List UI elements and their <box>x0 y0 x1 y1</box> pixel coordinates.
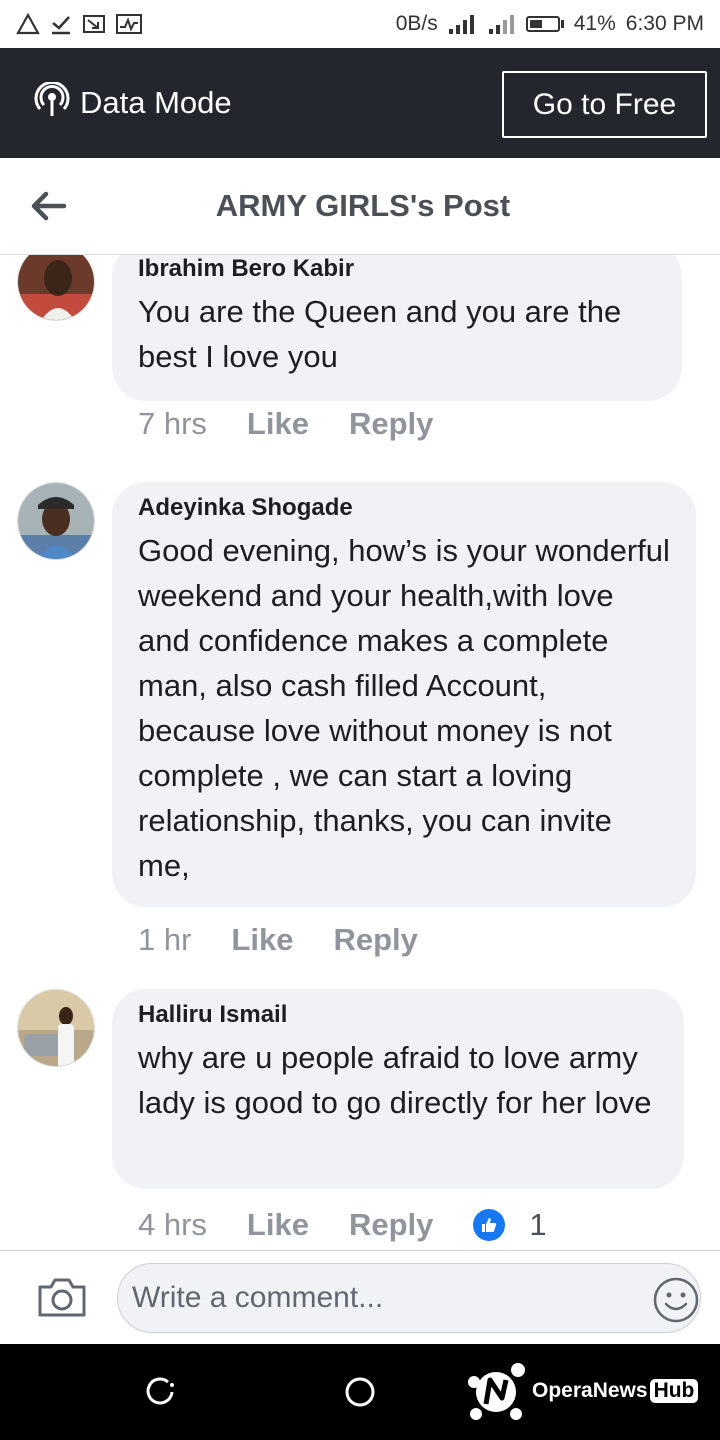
brand-hub-text: Hub <box>649 1379 699 1403</box>
comment-bubble: Adeyinka Shogade Good evening, how’s is … <box>112 482 696 907</box>
comment-author[interactable]: Halliru Ismail <box>138 1001 658 1029</box>
comment-input[interactable]: Write a comment... <box>117 1263 701 1333</box>
screen-cast-icon <box>82 13 106 35</box>
reply-button[interactable]: Reply <box>349 406 433 442</box>
operanews-badge-icon <box>468 1363 525 1420</box>
signal-icon <box>448 13 478 35</box>
download-done-icon <box>50 13 72 35</box>
thumbs-up-icon <box>473 1209 506 1241</box>
go-to-free-button[interactable]: Go to Free <box>502 71 707 138</box>
brand-opera-text: OperaNews <box>532 1379 648 1402</box>
comment-actions: 7 hrs Like Reply <box>138 406 473 442</box>
battery-level: 41% <box>573 12 616 35</box>
like-button[interactable]: Like <box>247 1207 309 1243</box>
reaction-count: 1 <box>529 1207 547 1242</box>
avatar[interactable] <box>17 255 95 321</box>
net-speed: 0B/s <box>395 12 438 35</box>
post-header: ARMY GIRLS's Post <box>0 158 720 255</box>
operanews-hub-logo: OperaNews Hub <box>466 1360 699 1422</box>
camera-icon[interactable] <box>36 1275 88 1324</box>
data-mode-bar: Data Mode Go to Free <box>0 48 720 158</box>
system-nav-bar: OperaNews Hub <box>0 1344 720 1440</box>
comment-placeholder: Write a comment... <box>132 1281 384 1314</box>
comment-actions: 1 hr Like Reply <box>138 922 458 958</box>
comment-text: You are the Queen and you are the best I… <box>138 294 622 374</box>
comment-time: 1 hr <box>138 922 192 957</box>
comment-actions: 4 hrs Like Reply 1 <box>138 1207 547 1243</box>
recent-apps-icon[interactable] <box>144 1377 176 1412</box>
avatar[interactable] <box>17 989 95 1067</box>
avatar[interactable] <box>17 482 95 560</box>
page-title: ARMY GIRLS's Post <box>215 188 511 223</box>
comment-bubble: Ibrahim Bero Kabir You are the Queen and… <box>112 255 682 401</box>
reply-button[interactable]: Reply <box>333 922 417 958</box>
clock: 6:30 PM <box>625 12 704 35</box>
broadcast-icon <box>34 80 70 123</box>
comment-list: Ibrahim Bero Kabir You are the Queen and… <box>0 255 720 1249</box>
data-mode-label: Data Mode <box>80 84 232 120</box>
comment-time: 7 hrs <box>138 406 207 441</box>
comment-author[interactable]: Adeyinka Shogade <box>138 494 670 522</box>
like-button[interactable]: Like <box>231 922 293 958</box>
activity-monitor-icon <box>116 13 142 35</box>
status-left-icons <box>16 13 142 35</box>
comment-composer: Write a comment... <box>0 1250 720 1345</box>
status-bar: 0B/s 41% 6:30 PM <box>0 0 720 48</box>
reply-button[interactable]: Reply <box>349 1207 433 1243</box>
like-button[interactable]: Like <box>247 406 309 442</box>
status-right: 0B/s 41% 6:30 PM <box>396 12 704 36</box>
comment-bubble: Halliru Ismail why are u people afraid t… <box>112 989 684 1189</box>
comment-text: Good evening, how’s is your wonderful we… <box>138 533 670 883</box>
comment-time: 4 hrs <box>138 1207 207 1242</box>
reaction-summary[interactable]: 1 <box>473 1207 547 1243</box>
battery-icon <box>525 16 564 32</box>
emoji-icon[interactable] <box>652 1276 700 1329</box>
data-mode-indicator: Data Mode <box>34 80 232 123</box>
home-icon[interactable] <box>344 1376 376 1413</box>
comment-author[interactable]: Ibrahim Bero Kabir <box>138 255 656 283</box>
warning-icon <box>16 13 40 35</box>
signal-4g-icon <box>488 13 516 35</box>
comment-text: why are u people afraid to love army lad… <box>138 1040 652 1120</box>
